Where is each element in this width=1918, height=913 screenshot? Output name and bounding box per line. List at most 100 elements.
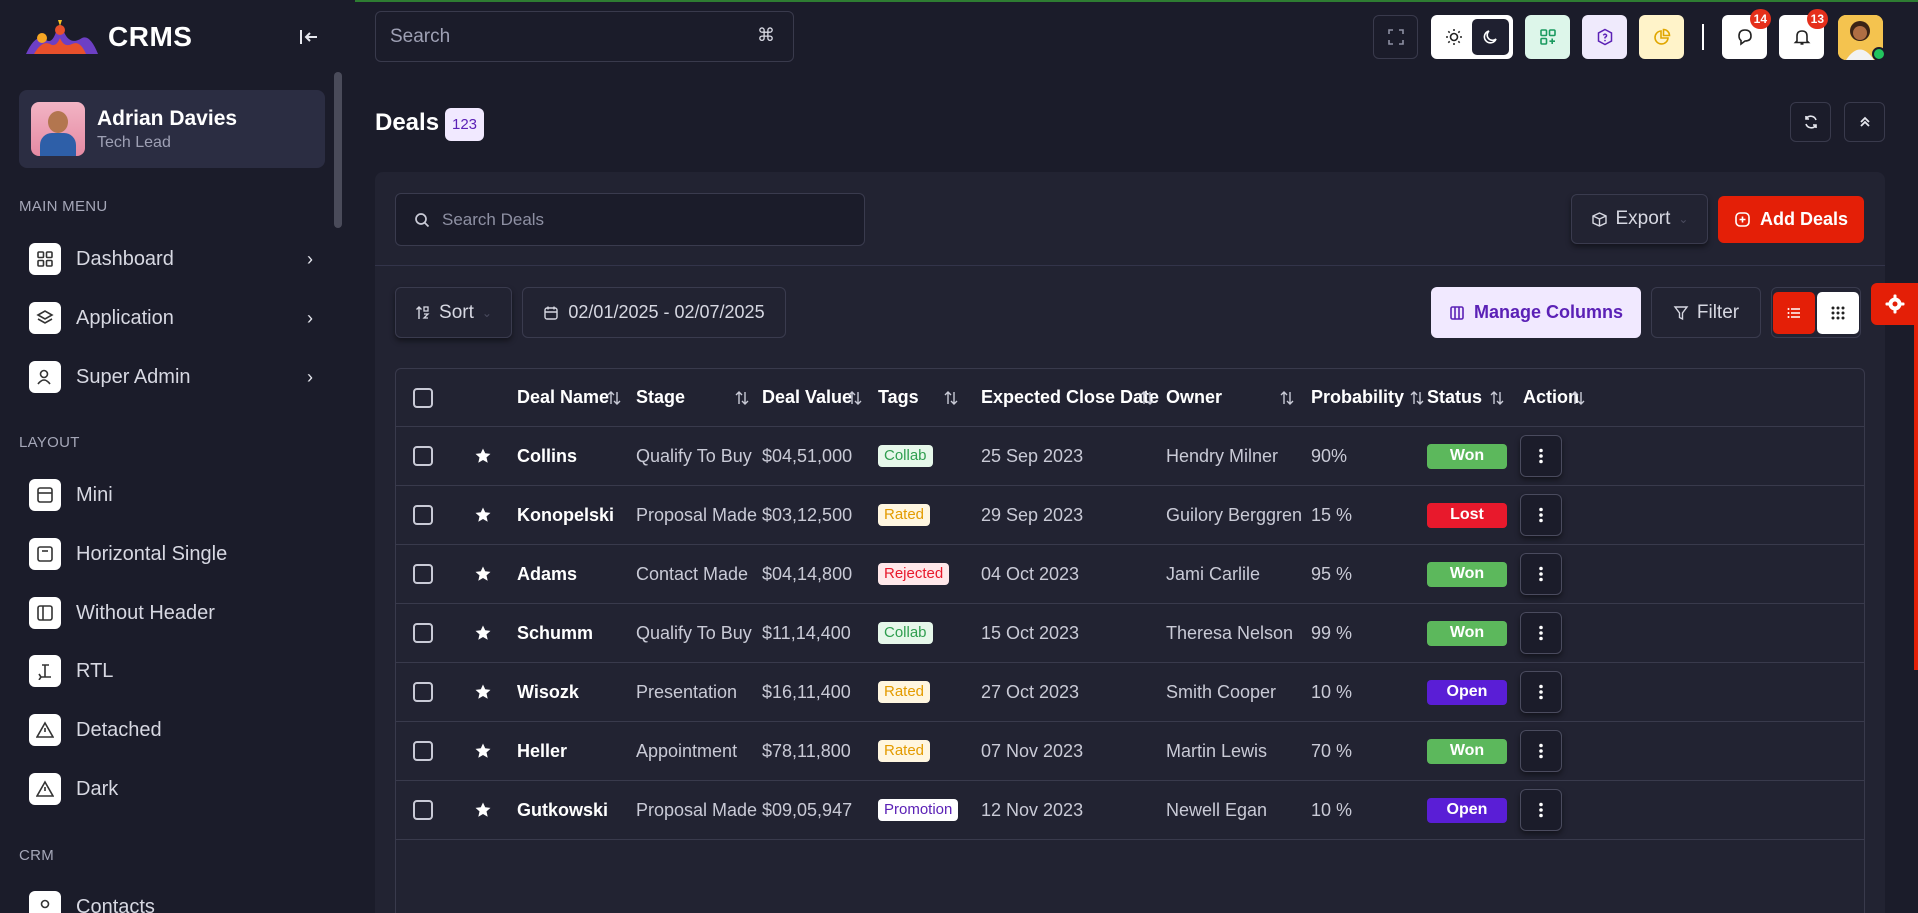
row-checkbox[interactable] (413, 623, 433, 643)
messages-button[interactable]: 14 (1722, 9, 1771, 59)
sidebar-item-contacts[interactable]: Contacts (29, 887, 325, 913)
sidebar-item-dashboard[interactable]: Dashboard › (29, 239, 325, 279)
sort-arrows-icon[interactable] (943, 369, 959, 426)
sort-arrows-icon[interactable] (1489, 369, 1505, 426)
notifications-button[interactable]: 13 (1779, 9, 1828, 59)
sort-arrows-icon[interactable] (1409, 369, 1425, 426)
sidebar-item-label: Application (76, 306, 174, 329)
sidebar-scrollbar[interactable] (334, 72, 342, 228)
list-view-button[interactable] (1773, 291, 1815, 334)
collapse-header-button[interactable] (1844, 102, 1885, 142)
theme-settings-button[interactable] (1871, 283, 1918, 325)
row-actions-button[interactable] (1520, 612, 1562, 654)
row-actions-button[interactable] (1520, 553, 1562, 595)
column-header-deal-name[interactable]: Deal Name (517, 369, 609, 426)
sidebar-item-mini[interactable]: Mini (29, 475, 325, 515)
column-header-stage[interactable]: Stage (636, 369, 685, 426)
table-row[interactable]: Collins Qualify To Buy $04,51,000 Collab 25 … (396, 427, 1864, 486)
table-row[interactable]: Schumm Qualify To Buy $11,14,400 Collab 15 O… (396, 604, 1864, 663)
star-icon[interactable] (474, 604, 492, 662)
faq-button[interactable] (1582, 15, 1627, 59)
table-row[interactable]: Heller Appointment $78,11,800 Rated 07 Nov 2… (396, 722, 1864, 781)
row-checkbox[interactable] (413, 741, 433, 761)
table-row[interactable]: Konopelski Proposal Made $03,12,500 Rated 29… (396, 486, 1864, 545)
detached-icon (29, 714, 61, 746)
view-toggle[interactable] (1771, 287, 1861, 338)
expected-close-date: 07 Nov 2023 (981, 740, 1084, 761)
row-checkbox[interactable] (413, 564, 433, 584)
collapse-sidebar-button[interactable] (296, 24, 322, 50)
row-actions-button[interactable] (1520, 494, 1562, 536)
light-mode-button[interactable] (1435, 19, 1472, 55)
deal-name[interactable]: Wisozk (517, 663, 579, 721)
deal-name[interactable]: Adams (517, 545, 577, 603)
sidebar-item-rtl[interactable]: RTL (29, 651, 325, 691)
apps-button[interactable] (1525, 15, 1570, 59)
global-search[interactable]: ⌘ (375, 11, 794, 62)
row-actions-button[interactable] (1520, 671, 1562, 713)
deal-name[interactable]: Heller (517, 722, 567, 780)
table-row[interactable]: Gutkowski Proposal Made $09,05,947 Promotio… (396, 781, 1864, 840)
sort-arrows-icon[interactable] (1279, 369, 1295, 426)
star-icon[interactable] (474, 722, 492, 780)
search-input[interactable] (376, 12, 793, 61)
row-actions-button[interactable] (1520, 730, 1562, 772)
row-checkbox[interactable] (413, 446, 433, 466)
row-checkbox[interactable] (413, 800, 433, 820)
star-icon[interactable] (474, 781, 492, 839)
row-actions-button[interactable] (1520, 789, 1562, 831)
column-header-expected-close-date[interactable]: Expected Close Date (981, 369, 1159, 426)
theme-toggle[interactable] (1431, 15, 1513, 59)
sidebar-item-without-header[interactable]: Without Header (29, 593, 325, 633)
row-checkbox[interactable] (413, 505, 433, 525)
dark-mode-button[interactable] (1472, 19, 1509, 55)
sort-arrows-icon[interactable] (1139, 369, 1155, 426)
list-icon (1787, 307, 1800, 318)
calendar-icon (544, 306, 559, 320)
column-header-tags[interactable]: Tags (878, 369, 919, 426)
sidebar-item-detached[interactable]: Detached (29, 710, 325, 750)
deal-name[interactable]: Collins (517, 427, 577, 485)
export-button[interactable]: Export ⌄ (1571, 194, 1708, 244)
logo[interactable]: CRMS (20, 18, 192, 56)
sort-arrows-icon[interactable] (847, 369, 863, 426)
row-actions-button[interactable] (1520, 435, 1562, 477)
deals-search-input[interactable] (442, 209, 846, 230)
date-range-picker[interactable]: 02/01/2025 - 02/07/2025 (522, 287, 786, 338)
add-deals-button[interactable]: Add Deals (1718, 196, 1864, 243)
sort-arrows-icon[interactable] (1570, 369, 1586, 426)
star-icon[interactable] (474, 545, 492, 603)
fullscreen-icon (1387, 29, 1404, 45)
star-icon[interactable] (474, 663, 492, 721)
row-checkbox[interactable] (413, 682, 433, 702)
table-row[interactable]: Wisozk Presentation $16,11,400 Rated 27 Oct … (396, 663, 1864, 722)
column-header-deal-value[interactable]: Deal Value (762, 369, 852, 426)
table-row[interactable]: Adams Contact Made $04,14,800 Rejected 04 Oc… (396, 545, 1864, 604)
sidebar-item-super-admin[interactable]: Super Admin › (29, 357, 325, 397)
star-icon[interactable] (474, 486, 492, 544)
grid-view-button[interactable] (1817, 291, 1859, 334)
sidebar-item-dark[interactable]: Dark (29, 769, 325, 809)
sidebar-item-horizontal-single[interactable]: Horizontal Single (29, 534, 325, 574)
manage-columns-button[interactable]: Manage Columns (1431, 287, 1641, 338)
profile-card[interactable]: Adrian Davies Tech Lead (19, 90, 325, 168)
deal-name[interactable]: Konopelski (517, 486, 614, 544)
fullscreen-button[interactable] (1373, 15, 1418, 59)
sort-arrows-icon[interactable] (734, 369, 750, 426)
column-header-probability[interactable]: Probability (1311, 369, 1404, 426)
page-scrollbar[interactable] (1914, 325, 1918, 670)
reports-button[interactable] (1639, 15, 1684, 59)
sort-arrows-icon[interactable] (606, 369, 622, 426)
column-header-status[interactable]: Status (1427, 369, 1482, 426)
sidebar-item-application[interactable]: Application › (29, 298, 325, 338)
filter-button[interactable]: Filter (1651, 287, 1761, 338)
star-icon[interactable] (474, 427, 492, 485)
deals-search[interactable] (395, 193, 865, 246)
deal-name[interactable]: Schumm (517, 604, 593, 662)
action-cell (1520, 604, 1562, 662)
refresh-button[interactable] (1790, 102, 1831, 142)
sort-button[interactable]: Sort ⌄ (395, 287, 512, 338)
select-all-checkbox[interactable] (413, 387, 433, 408)
column-header-owner[interactable]: Owner (1166, 369, 1222, 426)
deal-name[interactable]: Gutkowski (517, 781, 608, 839)
